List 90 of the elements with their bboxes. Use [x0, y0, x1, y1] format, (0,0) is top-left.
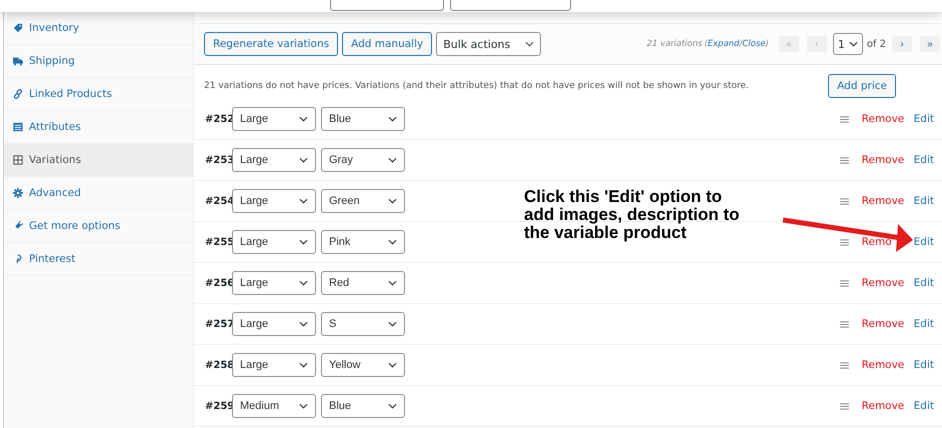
attribute-select[interactable]: Blue — [321, 394, 405, 418]
drag-handle-icon[interactable] — [840, 238, 849, 246]
gear-icon — [13, 188, 23, 198]
remove-link[interactable]: Remove — [862, 154, 904, 166]
sidebar-item[interactable]: Inventory — [4, 12, 193, 45]
edit-link[interactable]: Edit — [914, 154, 934, 166]
chevron-icon — [299, 116, 308, 122]
pagination-button[interactable]: › — [892, 36, 912, 52]
remove-link[interactable]: Remove — [862, 195, 904, 207]
attribute-select[interactable]: Gray — [321, 148, 405, 172]
edit-link[interactable]: Edit — [914, 236, 934, 248]
regenerate-button[interactable]: Regenerate variations — [204, 32, 338, 56]
attribute-select[interactable]: Blue — [321, 107, 405, 131]
bulk-actions-select[interactable]: Bulk actions — [436, 32, 542, 56]
remove-link[interactable]: Remove — [862, 318, 904, 330]
sidebar-item[interactable]: Variations — [4, 144, 193, 177]
page-count: of 2 — [866, 38, 886, 50]
page-select[interactable]: 1 — [832, 33, 863, 55]
remove-link[interactable]: Remove — [862, 277, 904, 289]
chevron-icon — [299, 280, 308, 286]
add-manually-button[interactable]: Add manually — [342, 32, 432, 56]
chevron-icon — [388, 239, 397, 245]
expand-link[interactable]: Expand — [708, 39, 740, 49]
drag-handle-icon[interactable] — [840, 280, 849, 286]
chevron-icon — [299, 198, 308, 204]
attribute-select[interactable]: Large — [232, 312, 316, 336]
separator: / — [739, 39, 742, 49]
sidebar-item[interactable]: Linked Products — [4, 78, 193, 111]
attribute-select[interactable]: Large — [232, 189, 316, 213]
edit-link[interactable]: Edit — [914, 318, 934, 330]
chevron-icon — [388, 321, 397, 327]
remove-link[interactable]: Remove — [862, 400, 904, 412]
drag-handle-icon[interactable] — [840, 198, 849, 204]
parenthesis: ) — [765, 39, 769, 49]
link-icon — [13, 89, 23, 99]
pagination-button[interactable]: » — [920, 36, 940, 52]
remove-link[interactable]: Remo — [862, 236, 892, 248]
chevron-icon — [299, 239, 308, 245]
add-price-button[interactable]: Add price — [828, 74, 896, 98]
attribute-select[interactable]: Large — [232, 148, 316, 172]
attribute-select[interactable]: Large — [232, 353, 316, 377]
attribute-select[interactable]: S — [321, 312, 405, 336]
parenthesis: ( — [704, 39, 708, 49]
sidebar-item[interactable]: Get more options — [4, 210, 193, 243]
list-icon — [13, 122, 23, 132]
drag-handle-icon[interactable] — [840, 320, 849, 328]
truck-icon — [13, 56, 23, 66]
chevron-icon — [388, 198, 397, 204]
sidebar-item[interactable]: Shipping — [4, 45, 193, 78]
chevron-icon — [388, 116, 397, 122]
partial-button[interactable] — [450, 0, 571, 11]
annotation-text: Click this 'Edit' option to add images, description to the variable product — [524, 188, 740, 242]
variations-count: 21 variations — [646, 39, 702, 49]
attribute-select[interactable]: Green — [321, 189, 405, 213]
attribute-select[interactable]: Yellow — [321, 353, 405, 377]
edit-link[interactable]: Edit — [914, 195, 934, 207]
chevron-icon — [299, 362, 308, 368]
edit-link[interactable]: Edit — [914, 113, 934, 125]
edit-link[interactable]: Edit — [914, 277, 934, 289]
edit-link[interactable]: Edit — [914, 400, 934, 412]
chevron-icon — [388, 157, 397, 163]
drag-handle-icon[interactable] — [840, 156, 849, 164]
sidebar-item[interactable]: Pinterest — [4, 243, 193, 276]
attribute-select[interactable]: Large — [232, 107, 316, 131]
chevron-icon — [299, 157, 308, 163]
drag-handle-icon[interactable] — [840, 402, 849, 410]
chevron-icon — [848, 41, 858, 47]
chevron-icon — [388, 362, 397, 368]
remove-link[interactable]: Remove — [862, 359, 904, 371]
chevron-icon — [299, 321, 308, 327]
chevron-icon — [388, 280, 397, 286]
partial-button[interactable] — [330, 0, 444, 11]
grid-icon — [13, 155, 23, 165]
attribute-select[interactable]: Red — [321, 271, 405, 295]
sidebar-item[interactable]: Advanced — [4, 177, 193, 210]
attribute-select[interactable]: Large — [232, 230, 316, 254]
close-link[interactable]: Close — [742, 39, 766, 49]
chevron-icon — [525, 41, 534, 47]
tag-icon — [13, 23, 23, 33]
attribute-select[interactable]: Pink — [321, 230, 405, 254]
drag-handle-icon[interactable] — [840, 362, 849, 368]
attribute-select[interactable]: Medium — [232, 394, 316, 418]
drag-handle-icon[interactable] — [840, 116, 849, 122]
remove-link[interactable]: Remove — [862, 113, 904, 125]
notice-text: 21 variations do not have prices. Variations (and their attributes) that do not have prices will not be shown in your store. — [204, 80, 750, 90]
attribute-select[interactable]: Large — [232, 271, 316, 295]
chevron-icon — [299, 403, 308, 409]
edit-link[interactable]: Edit — [914, 359, 934, 371]
chevron-icon — [388, 403, 397, 409]
plug-icon — [13, 221, 23, 231]
